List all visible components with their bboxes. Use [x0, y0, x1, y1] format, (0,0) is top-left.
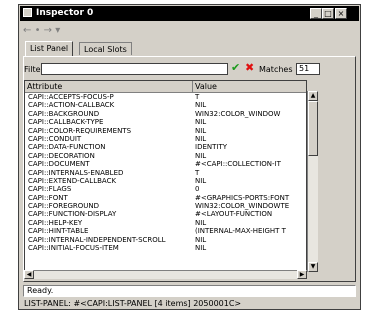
close-button[interactable]: ×	[335, 8, 347, 19]
attribute-cell: CAPI::DATA-FUNCTION	[28, 143, 106, 152]
minimize-button[interactable]: _	[310, 8, 322, 19]
value-cell: NIL	[195, 151, 207, 160]
value-cell: NIL	[195, 244, 207, 253]
value-cell: NIL	[195, 126, 207, 135]
list-rows: CAPI::ACCEPTS-FOCUS-P T CAPI::ACTION-CALLB…	[25, 93, 306, 252]
value-cell: 0	[195, 185, 200, 194]
list-item[interactable]: CAPI::INTERNAL-INDEPENDENT-SCROLL NIL	[25, 236, 306, 244]
list-item[interactable]: CAPI::ACCEPTS-FOCUS-P T	[25, 93, 306, 101]
message-status-bar: Ready.	[23, 285, 356, 297]
vertical-scrollbar[interactable]: ▲ ▼	[307, 91, 318, 272]
column-header-attribute[interactable]: Attribute	[25, 81, 193, 92]
scroll-left-icon[interactable]: ◀	[24, 270, 34, 279]
attribute-cell: CAPI::CALLBACK-TYPE	[28, 118, 104, 127]
separator-dot-icon: •	[34, 25, 41, 36]
list-item[interactable]: CAPI::INTERNALS-ENABLED T	[25, 169, 306, 177]
value-cell: #<LAYOUT-FUNCTION	[195, 210, 273, 219]
value-cell: #<CAPI::COLLECTION-IT	[195, 160, 281, 169]
matches-label: Matches	[259, 65, 293, 74]
list-item[interactable]: CAPI::CONDUIT NIL	[25, 135, 306, 143]
value-cell: NIL	[195, 101, 207, 110]
filter-input[interactable]	[41, 63, 228, 75]
tab-local-slots[interactable]: Local Slots	[79, 42, 132, 55]
attribute-cell: CAPI::BACKGROUND	[28, 109, 100, 118]
list-item[interactable]: CAPI::FUNCTION-DISPLAY #<LAYOUT-FUNCTION	[25, 210, 306, 218]
attribute-cell: CAPI::DOCUMENT	[28, 160, 90, 169]
back-arrow-icon[interactable]: ←	[23, 25, 31, 36]
attribute-cell: CAPI::FUNCTION-DISPLAY	[28, 210, 117, 219]
list-item[interactable]: CAPI::HELP-KEY NIL	[25, 219, 306, 227]
value-cell: NIL	[195, 218, 207, 227]
attribute-cell: CAPI::HINT-TABLE	[28, 227, 89, 236]
value-cell: NIL	[195, 176, 207, 185]
cancel-x-icon[interactable]: ✖	[245, 61, 254, 75]
value-cell: NIL	[195, 118, 207, 127]
list-item[interactable]: CAPI::FLAGS 0	[25, 185, 306, 193]
scroll-up-icon[interactable]: ▲	[308, 91, 318, 101]
list-item[interactable]: CAPI::INITIAL-FOCUS-ITEM NIL	[25, 244, 306, 252]
attribute-cell: CAPI::HELP-KEY	[28, 218, 83, 227]
attribute-cell: CAPI::INTERNAL-INDEPENDENT-SCROLL	[28, 235, 166, 244]
list-item[interactable]: CAPI::COLOR-REQUIREMENTS NIL	[25, 127, 306, 135]
column-header-value[interactable]: Value	[193, 81, 306, 92]
navigation-bar: ← • → ▾	[23, 25, 60, 37]
value-cell: WIN32:COLOR_WINDOWTE	[195, 202, 290, 211]
list-item[interactable]: CAPI::FOREGROUND WIN32:COLOR_WINDOWTE	[25, 202, 306, 210]
scroll-right-icon[interactable]: ▶	[297, 270, 307, 279]
list-item[interactable]: CAPI::DATA-FUNCTION IDENTITY	[25, 143, 306, 151]
attribute-cell: CAPI::CONDUIT	[28, 134, 82, 143]
horizontal-scrollbar[interactable]: ◀ ▶	[24, 270, 307, 279]
list-item[interactable]: CAPI::HINT-TABLE (INTERNAL-MAX-HEIGHT T	[25, 227, 306, 235]
attribute-cell: CAPI::INTERNALS-ENABLED	[28, 168, 124, 177]
list-item[interactable]: CAPI::CALLBACK-TYPE NIL	[25, 118, 306, 126]
scroll-thumb[interactable]	[308, 101, 318, 156]
value-cell: WIN32:COLOR_WINDOW	[195, 109, 281, 118]
attribute-list[interactable]: Attribute Value CAPI::ACCEPTS-FOCUS-P T CA…	[24, 80, 307, 278]
list-item[interactable]: CAPI::DOCUMENT #<CAPI::COLLECTION-IT	[25, 160, 306, 168]
attribute-cell: CAPI::ACCEPTS-FOCUS-P	[28, 93, 114, 101]
attribute-cell: CAPI::EXTEND-CALLBACK	[28, 176, 117, 185]
attribute-cell: CAPI::FOREGROUND	[28, 202, 100, 211]
forward-arrow-icon[interactable]: →	[44, 25, 52, 36]
window-title: Inspector 0	[36, 8, 94, 18]
value-cell: IDENTITY	[195, 143, 228, 152]
app-icon	[23, 8, 32, 17]
scroll-down-icon[interactable]: ▼	[308, 262, 318, 272]
list-item[interactable]: CAPI::ACTION-CALLBACK NIL	[25, 101, 306, 109]
list-item[interactable]: CAPI::FONT #<GRAPHICS-PORTS:FONT	[25, 194, 306, 202]
list-header: Attribute Value	[25, 81, 306, 93]
object-status-bar: LIST-PANEL: #<CAPI:LIST-PANEL [4 items] …	[24, 299, 242, 308]
value-cell: T	[195, 168, 200, 177]
value-cell: (INTERNAL-MAX-HEIGHT T	[195, 227, 286, 236]
attribute-cell: CAPI::ACTION-CALLBACK	[28, 101, 115, 110]
inspector-window: Inspector 0 _ □ × ← • → ▾ List Panel Loc…	[18, 4, 361, 310]
matches-count: 51	[296, 63, 320, 75]
list-item[interactable]: CAPI::EXTEND-CALLBACK NIL	[25, 177, 306, 185]
value-cell: NIL	[195, 134, 207, 143]
attribute-cell: CAPI::FONT	[28, 193, 68, 202]
attribute-cell: CAPI::DECORATION	[28, 151, 95, 160]
checkmark-icon[interactable]: ✔	[231, 61, 240, 75]
attribute-cell: CAPI::INITIAL-FOCUS-ITEM	[28, 244, 119, 253]
attribute-cell: CAPI::COLOR-REQUIREMENTS	[28, 126, 132, 135]
value-cell: NIL	[195, 235, 207, 244]
maximize-button[interactable]: □	[322, 8, 334, 19]
attribute-cell: CAPI::FLAGS	[28, 185, 72, 194]
list-item[interactable]: CAPI::BACKGROUND WIN32:COLOR_WINDOW	[25, 110, 306, 118]
history-dropdown-icon[interactable]: ▾	[55, 25, 60, 36]
title-bar[interactable]: Inspector 0 _ □ ×	[20, 6, 359, 21]
value-cell: T	[195, 93, 200, 101]
value-cell: #<GRAPHICS-PORTS:FONT	[195, 193, 290, 202]
tab-list-panel[interactable]: List Panel	[25, 41, 74, 56]
list-item[interactable]: CAPI::DECORATION NIL	[25, 152, 306, 160]
